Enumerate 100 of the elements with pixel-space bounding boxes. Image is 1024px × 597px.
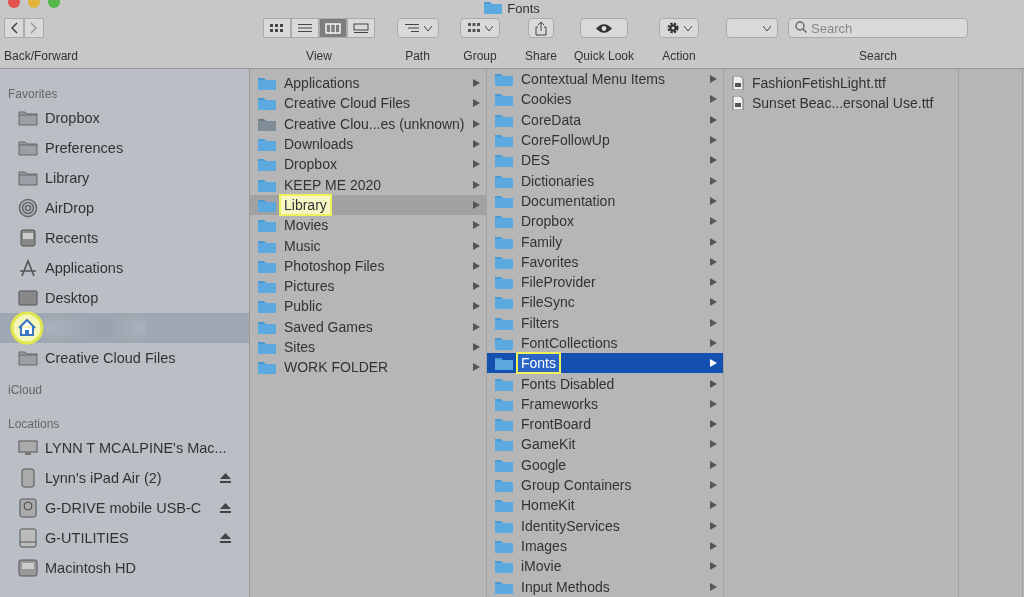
file-row[interactable]: Pictures bbox=[250, 275, 486, 297]
disclosure-arrow-icon bbox=[473, 79, 480, 88]
file-row[interactable]: Applications bbox=[250, 73, 486, 94]
sidebar-item[interactable]: G-DRIVE mobile USB-C bbox=[0, 493, 249, 523]
file-row[interactable]: Frameworks bbox=[487, 393, 723, 415]
folder-icon bbox=[258, 299, 276, 314]
file-row[interactable]: Input Methods bbox=[487, 576, 723, 597]
eye-icon bbox=[595, 22, 613, 34]
file-row[interactable]: Music bbox=[250, 235, 486, 256]
file-row[interactable]: Images bbox=[487, 535, 723, 557]
sidebar-item[interactable]: G-UTILITIES bbox=[0, 523, 249, 553]
file-row[interactable]: Documentation bbox=[487, 190, 723, 212]
file-row[interactable]: Dropbox bbox=[487, 211, 723, 232]
file-row[interactable]: Family bbox=[487, 231, 723, 252]
folder-icon bbox=[258, 319, 276, 334]
drive-icon bbox=[16, 528, 40, 548]
sidebar-item[interactable]: Library bbox=[0, 163, 249, 193]
folder-icon bbox=[495, 72, 513, 87]
action-button[interactable] bbox=[659, 18, 699, 38]
file-row[interactable]: Creative Cloud Files bbox=[250, 93, 486, 114]
file-row[interactable]: iMovie bbox=[487, 556, 723, 577]
file-row[interactable]: FileProvider bbox=[487, 271, 723, 293]
file-row[interactable]: HomeKit bbox=[487, 495, 723, 516]
sidebar-item[interactable]: AirDrop bbox=[0, 193, 249, 223]
sidebar-item[interactable]: Recents bbox=[0, 223, 249, 253]
disclosure-arrow-icon bbox=[710, 136, 717, 145]
file-row[interactable]: FrontBoard bbox=[487, 414, 723, 435]
folder-icon bbox=[258, 360, 276, 375]
columns-view-button[interactable] bbox=[319, 18, 347, 38]
desktop-icon bbox=[16, 290, 40, 306]
folder-icon bbox=[258, 258, 276, 273]
file-row[interactable]: Contextual Menu Items bbox=[487, 69, 723, 90]
sidebar-item[interactable]: LYNN T MCALPINE's Mac... bbox=[0, 433, 249, 463]
sidebar-heading: Locations bbox=[7, 416, 61, 433]
file-row[interactable]: Downloads bbox=[250, 133, 486, 155]
folder-icon bbox=[495, 275, 513, 290]
sidebar-item[interactable]: Preferences bbox=[0, 133, 249, 163]
file-row[interactable]: FileSync bbox=[487, 292, 723, 313]
disclosure-arrow-icon bbox=[473, 282, 480, 291]
window-title: Fonts bbox=[507, 0, 540, 16]
file-row[interactable]: Movies bbox=[250, 215, 486, 236]
disclosure-arrow-icon bbox=[710, 521, 717, 530]
folder-icon bbox=[495, 234, 513, 249]
file-row[interactable]: Photoshop Files bbox=[250, 255, 486, 276]
file-row[interactable]: GameKit bbox=[487, 434, 723, 455]
disclosure-arrow-icon bbox=[710, 460, 717, 469]
sidebar-item[interactable]: Macintosh HD bbox=[0, 553, 249, 583]
path-icon bbox=[403, 23, 420, 33]
file-row[interactable]: CoreFollowUp bbox=[487, 129, 723, 151]
sidebar-item[interactable]: Desktop bbox=[0, 283, 249, 313]
file-row[interactable]: Google bbox=[487, 454, 723, 475]
disclosure-arrow-icon bbox=[473, 302, 480, 311]
sidebar-item[interactable]: Applications bbox=[0, 253, 249, 283]
disclosure-arrow-icon bbox=[710, 237, 717, 246]
file-row[interactable]: Favorites bbox=[487, 251, 723, 272]
folder-icon bbox=[495, 538, 513, 553]
file-row[interactable]: KEEP ME 2020 bbox=[250, 174, 486, 195]
disclosure-arrow-icon bbox=[473, 363, 480, 372]
group-button[interactable] bbox=[460, 18, 500, 38]
folder-icon bbox=[495, 396, 513, 411]
file-row[interactable]: WORK FOLDER bbox=[250, 357, 486, 378]
file-row[interactable]: FontCollections bbox=[487, 332, 723, 354]
document-icon bbox=[732, 96, 744, 111]
file-row[interactable]: Fonts Disabled bbox=[487, 373, 723, 394]
file-row[interactable]: Group Containers bbox=[487, 474, 723, 496]
gallery-view-button[interactable] bbox=[347, 18, 375, 38]
file-row[interactable]: Creative Clou...es (unknown) bbox=[250, 113, 486, 134]
sidebar-item[interactable]: Creative Cloud Files bbox=[0, 343, 249, 373]
disclosure-arrow-icon bbox=[710, 278, 717, 287]
sidebar-item[interactable]: Dropbox bbox=[0, 103, 249, 133]
file-row[interactable]: Saved Games bbox=[250, 316, 486, 337]
quick-look-button[interactable] bbox=[580, 18, 628, 38]
file-row[interactable]: Cookies bbox=[487, 89, 723, 110]
folder-icon bbox=[495, 193, 513, 208]
file-row[interactable]: IdentityServices bbox=[487, 515, 723, 536]
sidebar-item[interactable]: Lynn's iPad Air (2) bbox=[0, 463, 249, 493]
folder-icon bbox=[495, 437, 513, 452]
path-button[interactable] bbox=[396, 18, 439, 38]
file-row[interactable]: Fonts bbox=[487, 353, 723, 374]
folder-icon bbox=[495, 254, 513, 269]
icons-view-button[interactable] bbox=[263, 18, 291, 38]
back-button[interactable] bbox=[4, 18, 24, 38]
file-row[interactable]: Sites bbox=[250, 336, 486, 358]
file-row[interactable]: Dropbox bbox=[250, 154, 486, 175]
file-row[interactable]: DES bbox=[487, 150, 723, 171]
folder-icon bbox=[495, 356, 513, 371]
file-row[interactable]: Library bbox=[250, 194, 486, 216]
file-row[interactable]: Sunset Beac...ersonal Use.ttf bbox=[724, 93, 958, 114]
file-row[interactable]: FashionFetishLight.ttf bbox=[724, 73, 958, 94]
list-view-button[interactable] bbox=[291, 18, 319, 38]
file-row[interactable]: Public bbox=[250, 296, 486, 317]
file-row[interactable]: Filters bbox=[487, 312, 723, 333]
folder-icon bbox=[495, 295, 513, 310]
disclosure-arrow-icon bbox=[710, 196, 717, 205]
folder-icon bbox=[258, 116, 276, 131]
disclosure-arrow-icon bbox=[710, 481, 717, 490]
file-row[interactable]: Dictionaries bbox=[487, 170, 723, 191]
file-row[interactable]: CoreData bbox=[487, 109, 723, 130]
folder-icon bbox=[258, 137, 276, 152]
disclosure-arrow-icon bbox=[710, 359, 717, 368]
